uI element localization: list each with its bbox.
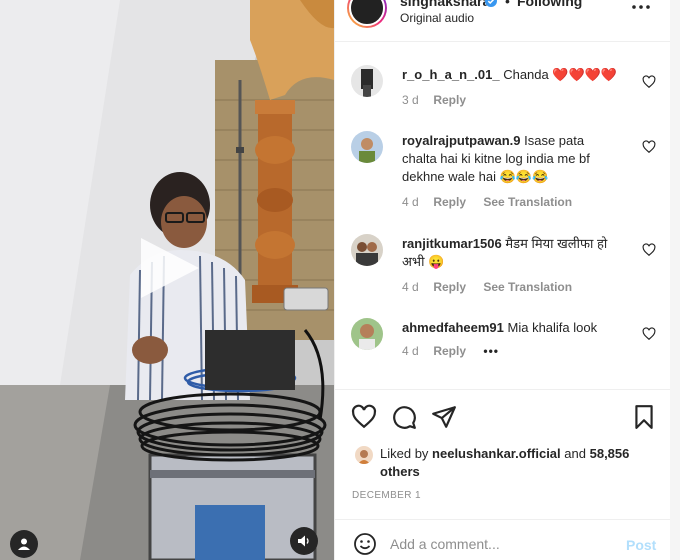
- commenter-avatar[interactable]: [351, 318, 383, 350]
- post-comment-button[interactable]: Post: [626, 537, 656, 553]
- emoji-icon[interactable]: [353, 532, 377, 556]
- commenter-username[interactable]: ahmedfaheem91: [402, 320, 504, 335]
- commenter-username[interactable]: ranjitkumar1506: [402, 236, 502, 251]
- comment-text: Mia khalifa look: [507, 320, 598, 335]
- comment-like-icon[interactable]: [642, 243, 656, 257]
- page-scrollbar[interactable]: [670, 0, 680, 560]
- comment-composer: Post: [335, 519, 671, 560]
- comment-meta: 4 d Reply See Translation: [402, 280, 572, 294]
- add-comment-input[interactable]: [390, 530, 610, 558]
- liker-username[interactable]: neelushankar.official: [432, 446, 561, 461]
- original-audio-link[interactable]: Original audio: [400, 11, 474, 25]
- play-button[interactable]: [137, 236, 201, 300]
- comment-time[interactable]: 3 d: [402, 93, 430, 107]
- reply-button[interactable]: Reply: [433, 344, 466, 358]
- comment-text-block: r_o_h_a_n_.01_ Chanda ❤️❤️❤️❤️: [402, 66, 620, 84]
- see-translation-button[interactable]: See Translation: [483, 280, 572, 294]
- comment-time[interactable]: 4 d: [402, 195, 430, 209]
- commenter-avatar[interactable]: [351, 65, 383, 97]
- like-icon[interactable]: [351, 404, 377, 430]
- verified-badge-icon: [485, 0, 497, 7]
- comment-meta: 4 d Reply See Translation: [402, 195, 572, 209]
- comment-meta: 4 d Reply •••: [402, 344, 499, 358]
- more-horizontal-icon[interactable]: [629, 0, 653, 14]
- post-date[interactable]: DECEMBER 1: [352, 490, 421, 501]
- likes-joiner: and: [564, 446, 586, 461]
- comment-text: Chanda ❤️❤️❤️❤️: [503, 67, 618, 82]
- comments-list: r_o_h_a_n_.01_ Chanda ❤️❤️❤️❤️ 3 d Reply…: [335, 43, 671, 389]
- comment-time[interactable]: 4 d: [402, 280, 430, 294]
- commenter-avatar[interactable]: [351, 234, 383, 266]
- author-avatar[interactable]: [347, 0, 387, 28]
- speaker-icon: [298, 535, 309, 547]
- commenter-avatar[interactable]: [351, 131, 383, 163]
- commenter-username[interactable]: r_o_h_a_n_.01_: [402, 67, 500, 82]
- share-icon[interactable]: [431, 404, 457, 430]
- comment-meta: 3 d Reply: [402, 93, 466, 107]
- commenter-username[interactable]: royalrajputpawan.9: [402, 133, 520, 148]
- comment-like-icon[interactable]: [642, 75, 656, 89]
- following-button[interactable]: Following: [517, 0, 582, 9]
- user-icon: [18, 538, 30, 550]
- comment-like-icon[interactable]: [642, 327, 656, 341]
- see-translation-button[interactable]: See Translation: [483, 195, 572, 209]
- comment-icon[interactable]: [391, 404, 417, 430]
- reply-button[interactable]: Reply: [433, 93, 466, 107]
- audio-toggle-button[interactable]: [290, 527, 318, 555]
- post-details-panel: singhakshara • Following Original audio …: [334, 0, 671, 560]
- reply-button[interactable]: Reply: [433, 195, 466, 209]
- header-separator: •: [505, 0, 510, 9]
- comment-text-block: royalrajputpawan.9 Isase pata chalta hai…: [402, 132, 620, 186]
- likes-summary: Liked by neelushankar.official and 58,85…: [380, 445, 640, 481]
- reply-button[interactable]: Reply: [433, 280, 466, 294]
- play-icon: [141, 238, 199, 298]
- comment-time[interactable]: 4 d: [402, 344, 430, 358]
- comment-text-block: ranjitkumar1506 मैडम मिया खलीफा हो अभी 😛: [402, 235, 620, 271]
- liker-avatar[interactable]: [355, 446, 373, 464]
- reel-video[interactable]: [0, 0, 334, 560]
- comment-text-block: ahmedfaheem91 Mia khalifa look: [402, 319, 620, 337]
- post-header: singhakshara • Following Original audio: [335, 0, 671, 42]
- save-bookmark-icon[interactable]: [631, 404, 657, 430]
- likes-prefix: Liked by: [380, 446, 429, 461]
- author-username[interactable]: singhakshara: [400, 0, 490, 9]
- comment-options-button[interactable]: •••: [483, 344, 499, 358]
- comment-like-icon[interactable]: [642, 140, 656, 154]
- tagged-user-button[interactable]: [10, 530, 38, 558]
- post-actions: Liked by neelushankar.official and 58,85…: [335, 389, 671, 519]
